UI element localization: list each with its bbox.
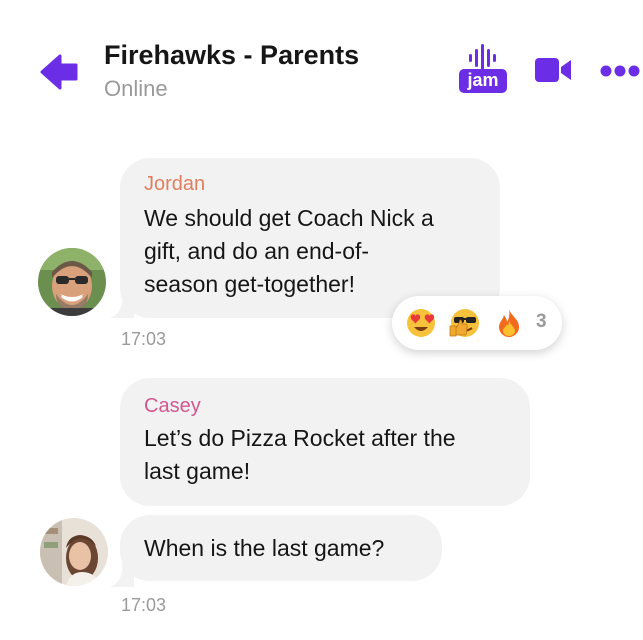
video-call-button[interactable] [533, 56, 573, 84]
message-text-casey: Let’s do Pizza Rocket after the last gam… [144, 422, 456, 488]
chat-header: Firehawks - Parents Online jam [0, 0, 643, 120]
back-button[interactable] [38, 52, 80, 92]
bubble-tail [110, 563, 134, 587]
message-line: We should get Coach Nick a [144, 205, 434, 231]
chat-status: Online [104, 76, 168, 101]
message-line: last game! [144, 458, 251, 484]
message-bubble-question[interactable]: When is the last game? [120, 515, 442, 581]
fire-emoji-icon [499, 309, 519, 337]
reaction-count: 3 [536, 311, 547, 332]
avatar-jordan[interactable] [38, 248, 106, 316]
message-line: season get-together! [144, 271, 355, 297]
more-options-button[interactable] [599, 64, 641, 78]
more-dots-icon [600, 65, 640, 77]
avatar-jordan-photo [38, 248, 106, 316]
sender-name-casey: Casey [144, 395, 201, 417]
message-timestamp: 17:03 [121, 595, 167, 615]
jam-label: jam [459, 69, 507, 93]
avatar-casey[interactable] [40, 518, 108, 586]
message-text-question: When is the last game? [144, 532, 384, 565]
bubble-tail [110, 294, 134, 318]
audio-wave-icon [469, 44, 496, 70]
chat-title: Firehawks - Parents [104, 40, 360, 70]
heart-eyes-emoji-icon [407, 309, 435, 337]
message-reactions[interactable]: 3 [392, 296, 562, 350]
jam-button[interactable]: jam [458, 44, 508, 96]
avatar-casey-photo [40, 518, 108, 586]
cool-thumbs-up-emoji-icon [449, 309, 479, 337]
video-camera-icon [535, 58, 571, 82]
back-arrow-icon [40, 54, 78, 90]
sender-name-jordan: Jordan [144, 173, 206, 195]
message-line: Let’s do Pizza Rocket after the [144, 425, 456, 451]
message-line: gift, and do an end-of- [144, 238, 370, 264]
message-bubble-casey[interactable]: Casey Let’s do Pizza Rocket after the la… [120, 378, 530, 506]
message-line: When is the last game? [144, 535, 385, 561]
message-timestamp: 17:03 [121, 329, 167, 349]
message-text-jordan: We should get Coach Nick a gift, and do … [144, 202, 434, 301]
message-bubble-jordan[interactable]: Jordan We should get Coach Nick a gift, … [120, 158, 500, 318]
